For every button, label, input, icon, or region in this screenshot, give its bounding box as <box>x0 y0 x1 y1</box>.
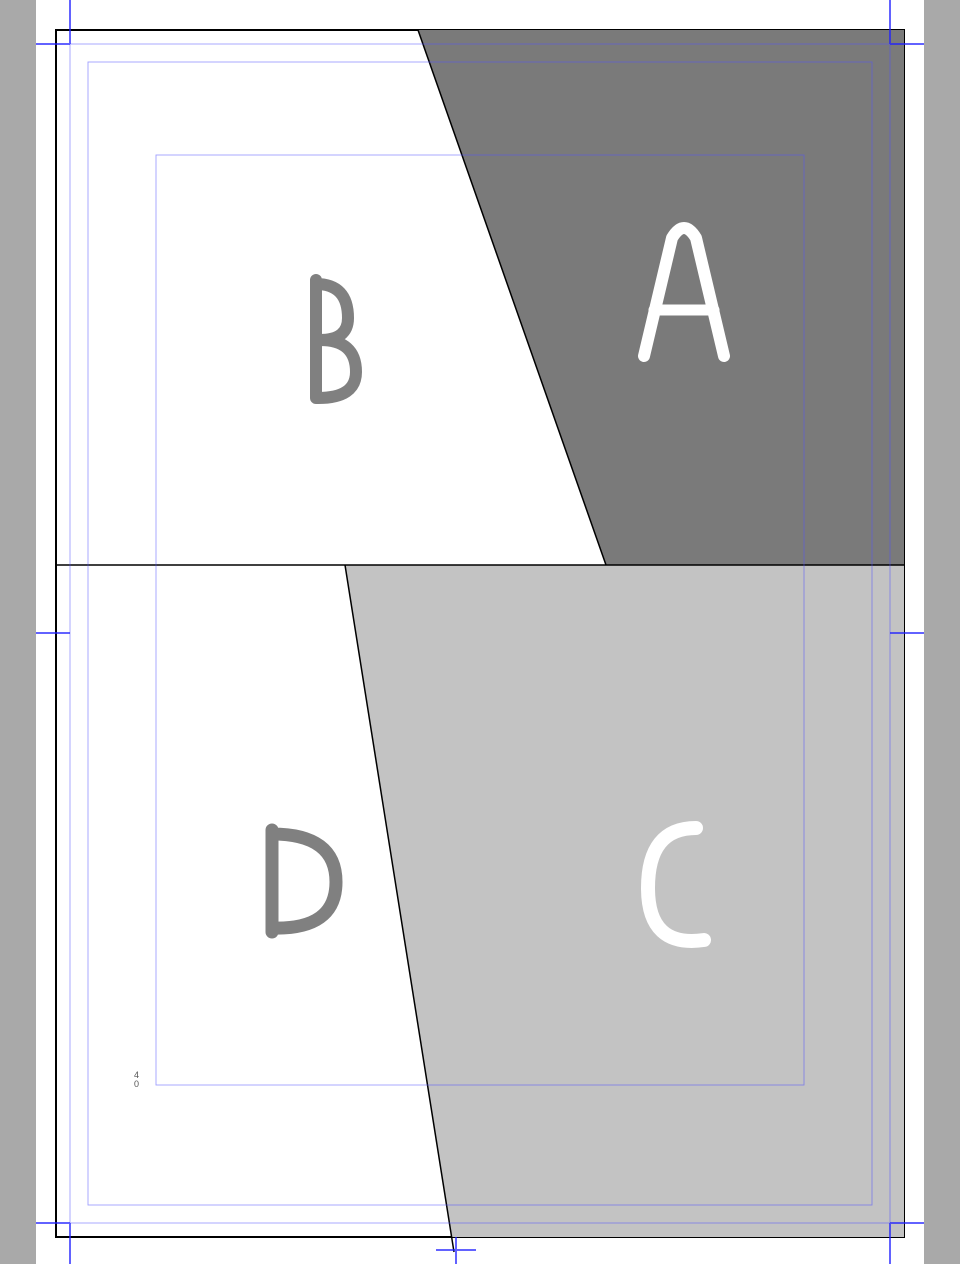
region-c-shape[interactable] <box>345 565 904 1237</box>
label-b <box>316 280 356 398</box>
label-d <box>272 830 336 932</box>
page-number: 40 <box>134 1071 139 1089</box>
layout-canvas: A B C D <box>36 0 924 1264</box>
document-page[interactable]: A B C D 40 <box>36 0 924 1264</box>
